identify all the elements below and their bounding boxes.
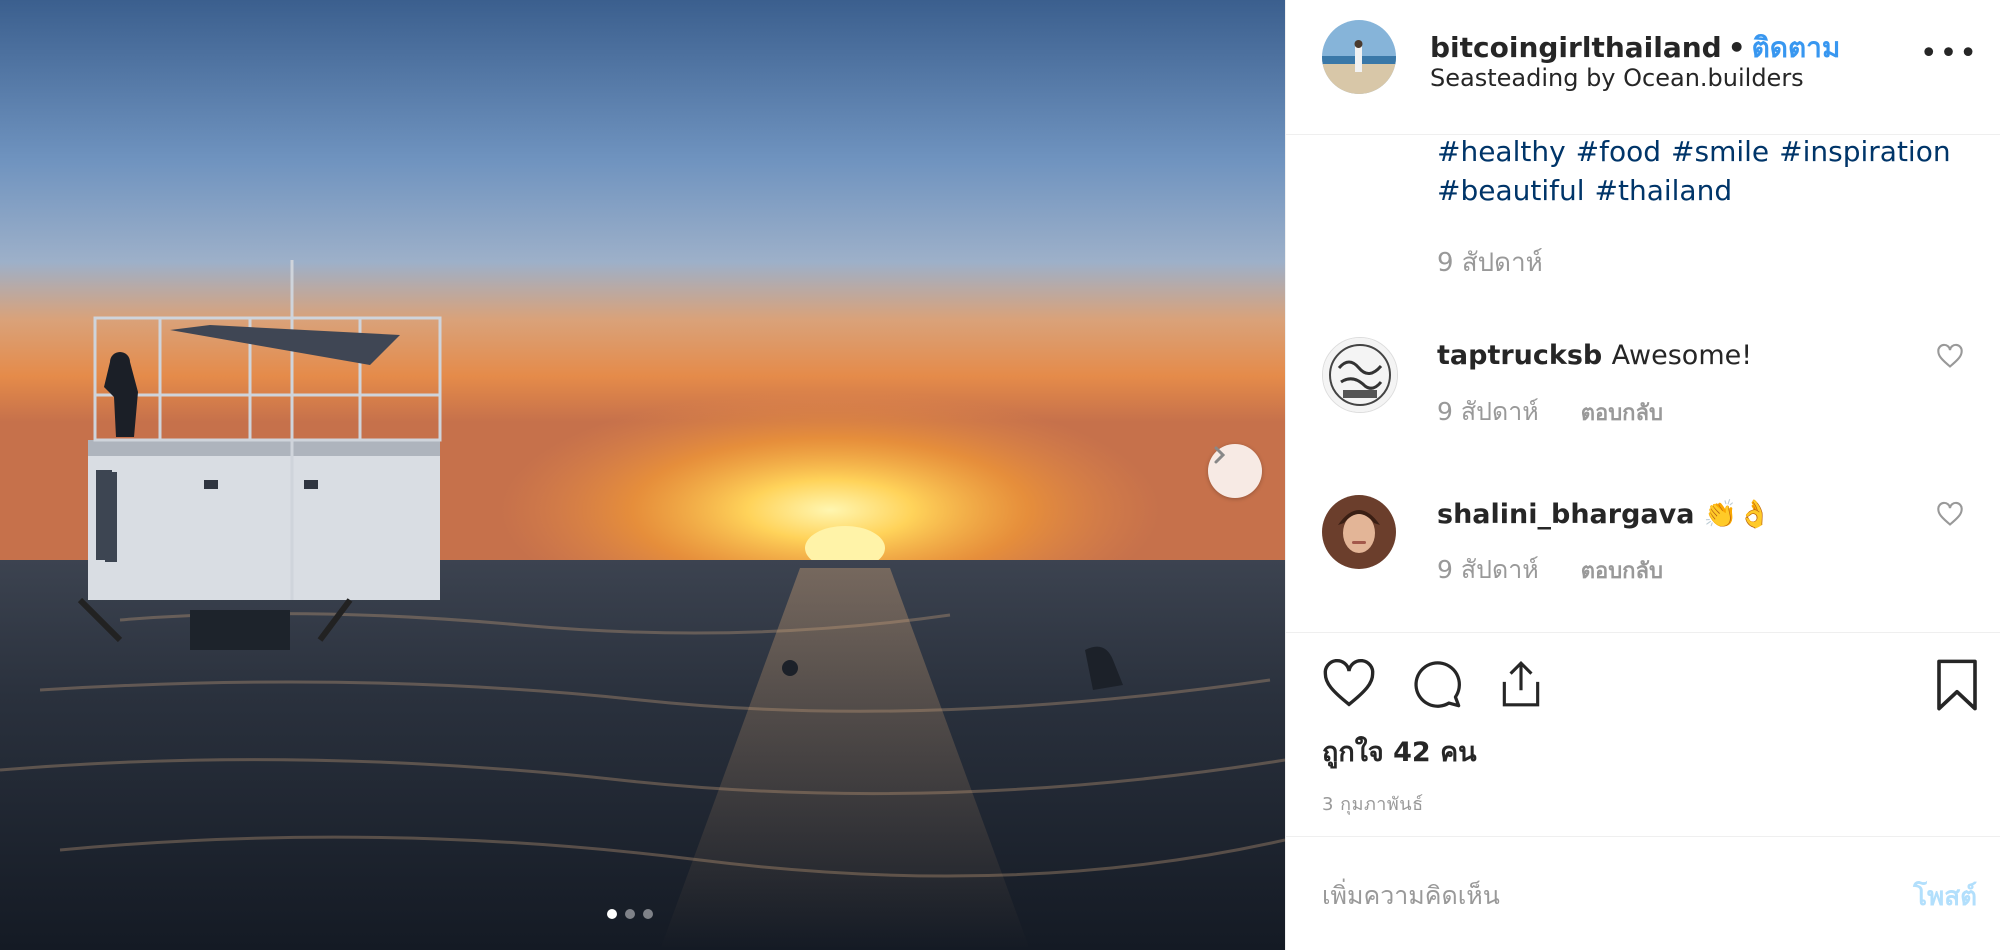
like-comment-heart-icon[interactable] <box>1936 501 1964 527</box>
header-separator: • <box>1727 31 1746 64</box>
seastead-structure <box>77 260 442 650</box>
post-comment-button[interactable]: โพสต์ <box>1913 876 1977 917</box>
instagram-post-view: bitcoingirlthailand • ติดตาม Seasteading b… <box>0 0 2000 950</box>
comment-text: Awesome! <box>1611 340 1753 371</box>
comment-meta: 9 สัปดาห์ ตอบกลับ <box>1437 392 1663 432</box>
comment-line: shalini_bhargava 👏👌 <box>1437 498 1771 530</box>
share-icon[interactable] <box>1496 658 1546 710</box>
post-header: bitcoingirlthailand • ติดตาม Seasteading b… <box>1286 0 2000 135</box>
caption-hashtags: #healthy #food #smile #inspiration #beautif… <box>1437 132 1957 210</box>
hashtag-link[interactable]: #thailand <box>1595 174 1733 207</box>
hashtag-link[interactable]: #smile <box>1671 135 1769 168</box>
carousel-dot <box>643 909 653 919</box>
next-photo-button[interactable] <box>1208 444 1262 498</box>
author-username[interactable]: bitcoingirlthailand <box>1430 31 1722 64</box>
follow-button[interactable]: ติดตาม <box>1752 31 1841 64</box>
carousel-dot <box>625 909 635 919</box>
likes-count[interactable]: ถูกใจ 42 คน <box>1322 730 1477 773</box>
commenter-avatar[interactable] <box>1322 495 1396 569</box>
comment-line: taptrucksb Awesome! <box>1437 340 1752 371</box>
comment-text: 👏👌 <box>1703 499 1772 530</box>
post-location[interactable]: Seasteading by Ocean.builders <box>1430 64 1804 92</box>
comment-username[interactable]: shalini_bhargava <box>1437 499 1694 530</box>
more-icon: ••• <box>1919 36 1979 71</box>
like-comment-heart-icon[interactable] <box>1936 343 1964 369</box>
chevron-right-icon <box>1214 446 1226 464</box>
carousel-dot-active <box>607 909 617 919</box>
reply-button[interactable]: ตอบกลับ <box>1581 401 1663 426</box>
commenter-avatar[interactable] <box>1322 337 1398 413</box>
comment-meta: 9 สัปดาห์ ตอบกลับ <box>1437 550 1663 590</box>
post-date: 3 กุมภาพันธ์ <box>1322 794 1424 815</box>
comment-icon[interactable] <box>1410 658 1464 710</box>
hashtag-link[interactable]: #inspiration <box>1779 135 1950 168</box>
author-avatar[interactable] <box>1322 20 1396 94</box>
carousel-indicator <box>607 909 653 919</box>
caption-time: 9 สัปดาห์ <box>1437 248 1543 278</box>
hashtag-link[interactable]: #beautiful <box>1437 174 1585 207</box>
post-details-panel: bitcoingirlthailand • ติดตาม Seasteading b… <box>1285 0 2000 950</box>
hashtag-link[interactable]: #food <box>1576 135 1661 168</box>
bookmark-icon[interactable] <box>1934 658 1980 712</box>
reply-button[interactable]: ตอบกลับ <box>1581 559 1663 584</box>
comment-time: 9 สัปดาห์ <box>1437 397 1539 426</box>
post-actions <box>1322 658 1982 718</box>
heart-icon[interactable] <box>1322 658 1376 708</box>
section-divider <box>1286 632 2000 633</box>
comment-time: 9 สัปดาห์ <box>1437 555 1539 584</box>
section-divider <box>1286 836 2000 837</box>
more-options-button[interactable]: ••• <box>1920 36 1979 71</box>
hashtag-link[interactable]: #healthy <box>1437 135 1566 168</box>
comment-username[interactable]: taptrucksb <box>1437 340 1602 371</box>
post-photo[interactable] <box>0 0 1285 950</box>
sunset-sea-photo <box>0 0 1285 950</box>
comment-input[interactable]: เพิ่มความคิดเห็น <box>1322 876 1500 916</box>
